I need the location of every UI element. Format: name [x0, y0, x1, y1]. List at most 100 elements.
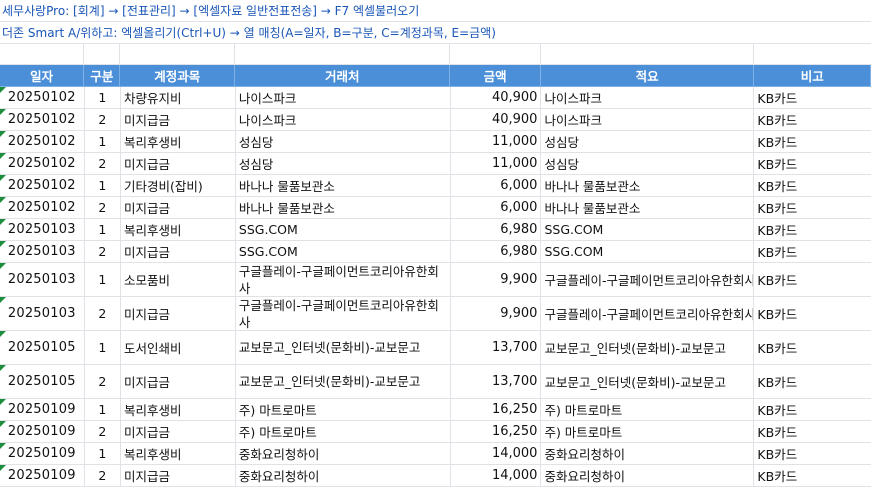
- cell-type[interactable]: 2: [85, 365, 121, 398]
- cell-date[interactable]: 20250103: [0, 297, 85, 330]
- cell-account[interactable]: 복리후생비: [121, 131, 236, 152]
- cell-amount[interactable]: 14,000: [451, 443, 542, 464]
- cell-account[interactable]: 미지급금: [121, 241, 236, 262]
- cell-memo[interactable]: 성심당: [541, 131, 755, 152]
- instruction-note-1[interactable]: 세무사랑Pro: [회계] → [전표관리] → [엑셀자료 일반전표전송] →…: [0, 0, 871, 22]
- table-row[interactable]: 20250102 2 미지급금 성심당 11,000 성심당 KB카드: [0, 153, 871, 175]
- cell-vendor[interactable]: 성심당: [236, 153, 451, 174]
- cell-memo[interactable]: 나이스파크: [541, 87, 755, 108]
- cell-memo[interactable]: 중화요리청하이: [541, 443, 755, 464]
- cell-amount[interactable]: 6,000: [451, 175, 542, 196]
- cell-vendor[interactable]: SSG.COM: [236, 219, 451, 240]
- cell-remark[interactable]: KB카드: [754, 109, 871, 130]
- cell-vendor[interactable]: 구글플레이-구글페이먼트코리아유한회사: [236, 297, 451, 330]
- cell-vendor[interactable]: 바나나 물품보관소: [236, 197, 451, 218]
- cell-amount[interactable]: 16,250: [451, 421, 542, 442]
- cell-account[interactable]: 미지급금: [121, 109, 236, 130]
- cell-vendor[interactable]: 구글플레이-구글페이먼트코리아유한회사: [236, 263, 451, 296]
- cell-date[interactable]: 20250103: [0, 219, 85, 240]
- table-row[interactable]: 20250102 1 기타경비(잡비) 바나나 물품보관소 6,000 바나나 물품보관소…: [0, 175, 871, 197]
- cell-type[interactable]: 1: [85, 219, 121, 240]
- table-row[interactable]: 20250109 1 복리후생비 주) 마트로마트 16,250 주) 마트로마트 KB카드: [0, 399, 871, 421]
- cell-amount[interactable]: 11,000: [451, 153, 542, 174]
- blank-cell[interactable]: [235, 44, 451, 64]
- cell-account[interactable]: 복리후생비: [121, 399, 236, 420]
- cell-memo[interactable]: 교보문고_인터넷(문화비)-교보문고: [541, 365, 755, 398]
- cell-date[interactable]: 20250103: [0, 263, 85, 296]
- cell-account[interactable]: 미지급금: [121, 465, 236, 486]
- blank-row[interactable]: [0, 44, 871, 65]
- cell-type[interactable]: 2: [85, 297, 121, 330]
- cell-remark[interactable]: KB카드: [754, 197, 871, 218]
- cell-type[interactable]: 2: [85, 421, 121, 442]
- cell-account[interactable]: 복리후생비: [121, 443, 236, 464]
- cell-amount[interactable]: 6,980: [451, 241, 542, 262]
- instruction-note-2[interactable]: 더존 Smart A/위하고: 엑셀올리기(Ctrl+U) → 열 매칭(A=일…: [0, 22, 871, 44]
- cell-remark[interactable]: KB카드: [754, 399, 871, 420]
- cell-amount[interactable]: 9,900: [451, 263, 542, 296]
- cell-date[interactable]: 20250109: [0, 399, 85, 420]
- header-account[interactable]: 계정과목: [120, 65, 236, 86]
- blank-cell[interactable]: [84, 44, 121, 64]
- cell-account[interactable]: 도서인쇄비: [121, 331, 236, 364]
- table-row[interactable]: 20250102 2 미지급금 나이스파크 40,900 나이스파크 KB카드: [0, 109, 871, 131]
- cell-vendor[interactable]: 중화요리청하이: [236, 443, 451, 464]
- cell-date[interactable]: 20250102: [0, 109, 85, 130]
- cell-remark[interactable]: KB카드: [754, 365, 871, 398]
- header-date[interactable]: 일자: [0, 65, 85, 86]
- cell-vendor[interactable]: 교보문고_인터넷(문화비)-교보문고: [236, 331, 451, 364]
- cell-type[interactable]: 1: [85, 331, 121, 364]
- cell-vendor[interactable]: 주) 마트로마트: [236, 399, 451, 420]
- table-row[interactable]: 20250109 1 복리후생비 중화요리청하이 14,000 중화요리청하이 KB카드: [0, 443, 871, 465]
- cell-remark[interactable]: KB카드: [754, 465, 871, 486]
- table-row[interactable]: 20250102 1 복리후생비 성심당 11,000 성심당 KB카드: [0, 131, 871, 153]
- header-memo[interactable]: 적요: [541, 65, 755, 86]
- cell-account[interactable]: 복리후생비: [121, 219, 236, 240]
- table-row[interactable]: 20250103 1 소모품비 구글플레이-구글페이먼트코리아유한회사 9,900 구글플…: [0, 263, 871, 297]
- cell-vendor[interactable]: 교보문고_인터넷(문화비)-교보문고: [236, 365, 451, 398]
- cell-remark[interactable]: KB카드: [754, 241, 871, 262]
- table-row[interactable]: 20250105 2 미지급금 교보문고_인터넷(문화비)-교보문고 13,700 교보문…: [0, 365, 871, 399]
- cell-date[interactable]: 20250105: [0, 365, 85, 398]
- cell-memo[interactable]: 바나나 물품보관소: [541, 197, 755, 218]
- cell-date[interactable]: 20250102: [0, 175, 85, 196]
- cell-memo[interactable]: 성심당: [541, 153, 755, 174]
- cell-amount[interactable]: 9,900: [451, 297, 542, 330]
- header-vendor[interactable]: 거래처: [235, 65, 451, 86]
- cell-remark[interactable]: KB카드: [754, 443, 871, 464]
- cell-vendor[interactable]: 주) 마트로마트: [236, 421, 451, 442]
- cell-memo[interactable]: 주) 마트로마트: [541, 421, 755, 442]
- cell-remark[interactable]: KB카드: [754, 219, 871, 240]
- cell-amount[interactable]: 13,700: [451, 365, 542, 398]
- cell-remark[interactable]: KB카드: [754, 131, 871, 152]
- cell-date[interactable]: 20250103: [0, 241, 85, 262]
- cell-remark[interactable]: KB카드: [754, 421, 871, 442]
- header-amount[interactable]: 금액: [450, 65, 541, 86]
- cell-memo[interactable]: 구글플레이-구글페이먼트코리아유한회사: [541, 297, 755, 330]
- cell-account[interactable]: 미지급금: [121, 365, 236, 398]
- cell-amount[interactable]: 14,000: [451, 465, 542, 486]
- cell-type[interactable]: 1: [85, 175, 121, 196]
- cell-date[interactable]: 20250105: [0, 331, 85, 364]
- cell-memo[interactable]: 구글플레이-구글페이먼트코리아유한회사: [541, 263, 755, 296]
- cell-date[interactable]: 20250102: [0, 197, 85, 218]
- cell-type[interactable]: 2: [85, 109, 121, 130]
- table-row[interactable]: 20250103 2 미지급금 구글플레이-구글페이먼트코리아유한회사 9,900 구글플…: [0, 297, 871, 331]
- cell-remark[interactable]: KB카드: [754, 297, 871, 330]
- cell-date[interactable]: 20250102: [0, 131, 85, 152]
- cell-type[interactable]: 2: [85, 197, 121, 218]
- cell-account[interactable]: 소모품비: [121, 263, 236, 296]
- cell-vendor[interactable]: 바나나 물품보관소: [236, 175, 451, 196]
- table-row[interactable]: 20250109 2 미지급금 주) 마트로마트 16,250 주) 마트로마트 KB카드: [0, 421, 871, 443]
- cell-type[interactable]: 1: [85, 399, 121, 420]
- cell-amount[interactable]: 40,900: [451, 87, 542, 108]
- cell-date[interactable]: 20250102: [0, 153, 85, 174]
- cell-type[interactable]: 2: [85, 465, 121, 486]
- cell-memo[interactable]: SSG.COM: [541, 219, 755, 240]
- cell-remark[interactable]: KB카드: [754, 153, 871, 174]
- cell-amount[interactable]: 16,250: [451, 399, 542, 420]
- cell-vendor[interactable]: SSG.COM: [236, 241, 451, 262]
- cell-amount[interactable]: 13,700: [451, 331, 542, 364]
- cell-memo[interactable]: 바나나 물품보관소: [541, 175, 755, 196]
- cell-memo[interactable]: 교보문고_인터넷(문화비)-교보문고: [541, 331, 755, 364]
